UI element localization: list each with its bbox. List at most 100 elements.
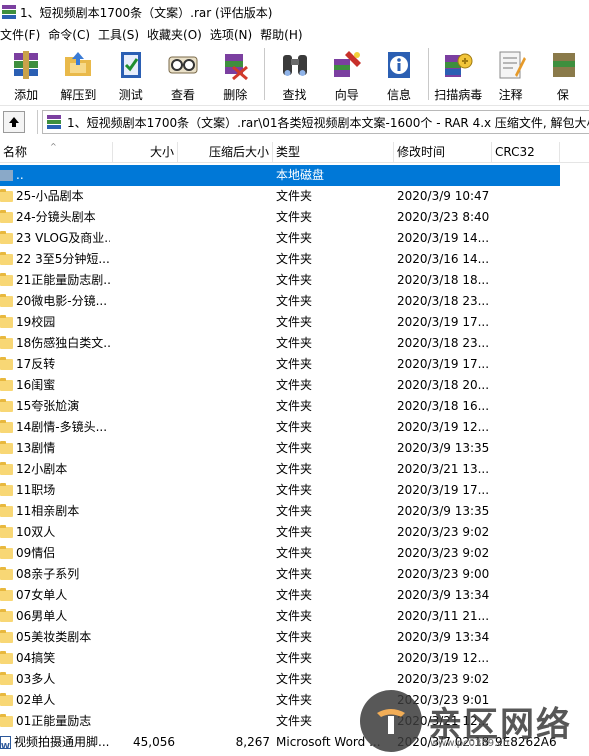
cell-name: 24-分镜头剧本 (0, 207, 113, 228)
cell-type: 文件夹 (276, 504, 313, 518)
cell-modified: 2020/3/19 17... (397, 357, 490, 371)
table-row[interactable]: 09情侣 文件夹 2020/3/23 9:02 (0, 543, 589, 564)
table-row[interactable]: 11相亲剧本 文件夹 2020/3/9 13:35 (0, 501, 589, 522)
cell-type: 文件夹 (276, 315, 313, 329)
comment-icon (494, 48, 528, 82)
cell-size (113, 459, 178, 480)
cell-modified: 2020/3/19 17... (397, 315, 490, 329)
table-row[interactable]: 08亲子系列 文件夹 2020/3/23 9:00 (0, 564, 589, 585)
column-crc32[interactable]: CRC32 (492, 142, 560, 162)
file-name: 24-分镜头剧本 (16, 210, 96, 224)
cell-size (113, 207, 178, 228)
folder-icon (0, 420, 13, 433)
table-row[interactable]: 21正能量励志剧... 文件夹 2020/3/18 18... (0, 270, 589, 291)
cell-size (113, 270, 178, 291)
cell-crc (492, 207, 560, 228)
menu-item-1[interactable]: 命令(C) (47, 26, 97, 43)
cell-name: 05美妆类剧本 (0, 627, 113, 648)
table-row[interactable]: 05美妆类剧本 文件夹 2020/3/9 13:34 (0, 627, 589, 648)
table-row[interactable]: 12小剧本 文件夹 2020/3/21 13... (0, 459, 589, 480)
cell-modified: 2020/3/18 18... (397, 273, 490, 287)
menu-item-5[interactable]: 帮助(H) (259, 26, 309, 43)
table-row[interactable]: 15夸张尬演 文件夹 2020/3/18 16... (0, 396, 589, 417)
address-field[interactable]: 1、短视频剧本1700条（文案）.rar\01各类短视频剧本文案-1600个 -… (42, 110, 589, 134)
toolbar-button-view[interactable]: 查看 (157, 44, 209, 104)
file-name: 25-小品剧本 (16, 189, 84, 203)
menu-item-2[interactable]: 工具(S) (97, 26, 146, 43)
cell-packed: 8,267 (235, 735, 270, 749)
toolbar-button-find[interactable]: 查找 (268, 44, 320, 104)
table-row[interactable]: 20微电影-分镜... 文件夹 2020/3/18 23... (0, 291, 589, 312)
cell-packed (178, 480, 273, 501)
table-row[interactable]: 24-分镜头剧本 文件夹 2020/3/23 8:40 (0, 207, 589, 228)
cell-packed (178, 291, 273, 312)
table-row[interactable]: 17反转 文件夹 2020/3/19 17... (0, 354, 589, 375)
file-name: 14剧情-多镜头... (16, 420, 108, 434)
table-row[interactable]: 13剧情 文件夹 2020/3/9 13:35 (0, 438, 589, 459)
cell-size (113, 291, 178, 312)
cell-modified: 2020/3/19 12... (397, 651, 490, 665)
toolbar-button-delete[interactable]: 删除 (209, 44, 261, 104)
file-name: 09情侣 (16, 546, 56, 560)
toolbar-button-info[interactable]: 信息 (373, 44, 425, 104)
column-size[interactable]: 大小 (113, 142, 178, 162)
column-name[interactable]: ^ 名称 (0, 142, 113, 162)
column-packed-size-label: 压缩后大小 (208, 145, 269, 159)
cell-modified: 2020/3/11 21... (397, 609, 490, 623)
cell-packed (178, 690, 273, 711)
cell-type: 本地磁盘 (273, 165, 394, 186)
cell-packed (178, 333, 273, 354)
file-name: 22 3至5分钟短... (16, 252, 110, 266)
toolbar-button-wizard[interactable]: 向导 (321, 44, 373, 104)
table-row[interactable]: 07女单人 文件夹 2020/3/9 13:34 (0, 585, 589, 606)
folder-icon (0, 483, 13, 496)
table-row[interactable]: 11职场 文件夹 2020/3/19 17... (0, 480, 589, 501)
watermark-logo-icon (360, 690, 422, 752)
table-row[interactable]: 06男单人 文件夹 2020/3/11 21... (0, 606, 589, 627)
cell-size (113, 543, 178, 564)
sort-caret-icon: ^ (50, 142, 57, 151)
toolbar-button-comment[interactable]: 注释 (484, 44, 536, 104)
cell-crc (492, 501, 560, 522)
cell-type: 文件夹 (276, 441, 313, 455)
cell-crc (492, 417, 560, 438)
column-type[interactable]: 类型 (273, 142, 394, 162)
column-packed-size[interactable]: 压缩后大小 (178, 142, 273, 162)
table-row[interactable]: 18伤感独白类文... 文件夹 2020/3/18 23... (0, 333, 589, 354)
table-row[interactable]: 14剧情-多镜头... 文件夹 2020/3/19 12... (0, 417, 589, 438)
table-row[interactable]: 19校园 文件夹 2020/3/19 17... (0, 312, 589, 333)
menu-item-3[interactable]: 收藏夹(O) (146, 26, 209, 43)
table-row[interactable]: 16闺蜜 文件夹 2020/3/18 20... (0, 375, 589, 396)
cell-packed (178, 606, 273, 627)
cell-crc (492, 543, 560, 564)
menu-item-0[interactable]: 文件(F) (0, 26, 47, 43)
table-row[interactable]: 22 3至5分钟短... 文件夹 2020/3/16 14... (0, 249, 589, 270)
file-name: 视频拍摄通用脚... (14, 735, 110, 749)
menu-item-4[interactable]: 选项(N) (209, 26, 259, 43)
toolbar-button-virus-scan[interactable]: 扫描病毒 (432, 44, 484, 104)
cell-type: 文件夹 (276, 630, 313, 644)
table-row[interactable]: 10双人 文件夹 2020/3/23 9:02 (0, 522, 589, 543)
cell-type: 文件夹 (276, 378, 313, 392)
up-one-level-button[interactable] (3, 111, 25, 133)
toolbar-separator (428, 48, 430, 100)
folder-icon (0, 714, 13, 727)
column-name-label: 名称 (3, 145, 28, 159)
cell-name: 03多人 (0, 669, 113, 690)
cell-modified: 2020/3/18 23... (397, 294, 490, 308)
winrar-app-icon (2, 5, 16, 19)
toolbar-button-extract-to[interactable]: 解压到 (52, 44, 104, 104)
table-row[interactable]: 25-小品剧本 文件夹 2020/3/9 10:47 (0, 186, 589, 207)
table-row[interactable]: 04搞笑 文件夹 2020/3/19 12... (0, 648, 589, 669)
toolbar-button-add-archive[interactable]: 添加 (0, 44, 52, 104)
cell-name: 13剧情 (0, 438, 113, 459)
cell-size (113, 354, 178, 375)
table-row[interactable]: .. 本地磁盘 (0, 165, 589, 186)
cell-modified: 2020/3/19 12... (397, 420, 490, 434)
toolbar-button-protect[interactable]: 保 (537, 44, 589, 104)
cell-packed (178, 417, 273, 438)
toolbar-button-test[interactable]: 测试 (105, 44, 157, 104)
column-modified[interactable]: 修改时间 (394, 142, 492, 162)
cell-type: 文件夹 (276, 420, 313, 434)
table-row[interactable]: 23 VLOG及商业... 文件夹 2020/3/19 14... (0, 228, 589, 249)
